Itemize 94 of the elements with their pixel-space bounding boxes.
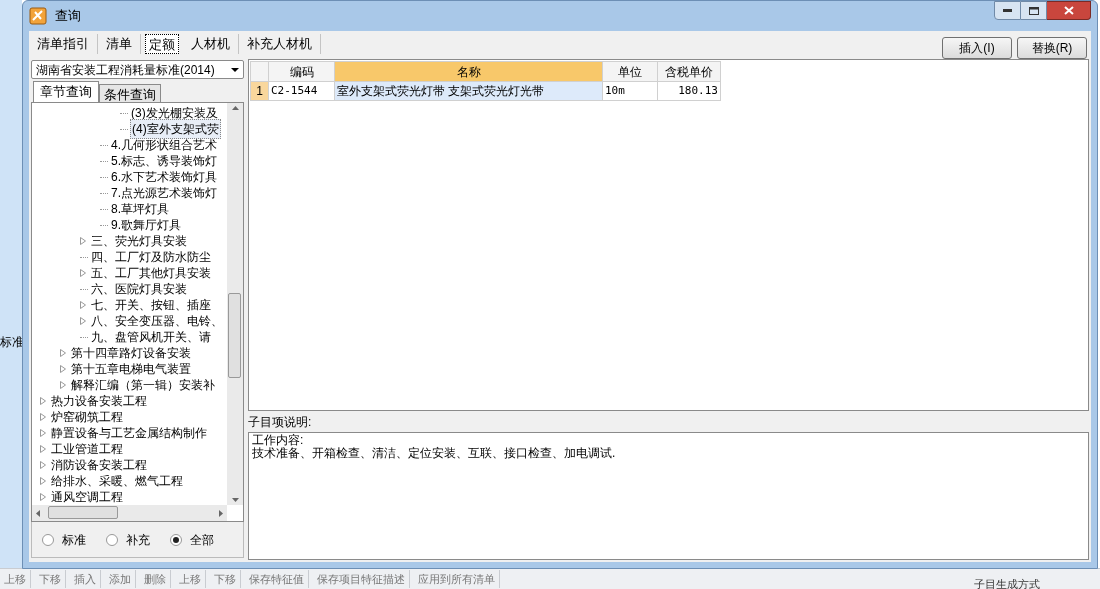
scrollbar-thumb[interactable] [48,506,118,519]
maximize-icon [1028,6,1039,15]
column-header[interactable]: 含税单价 [657,61,721,82]
tree-item[interactable]: 九、盘管风机开关、请 [90,328,212,346]
tab[interactable]: 补充人材机 [239,34,321,54]
window-title: 查询 [55,7,81,26]
tab[interactable]: 章节查询 [33,81,99,102]
tree-item[interactable]: 给排水、采暖、燃气工程 [50,472,184,490]
expand-arrow-icon[interactable] [60,365,66,373]
status-label: 子目生成方式 [974,577,1040,589]
tree-item[interactable]: 三、荧光灯具安装 [90,232,188,250]
expand-arrow-icon[interactable] [40,429,46,437]
expand-arrow-icon[interactable] [60,349,66,357]
radio-label[interactable]: 标准 [62,530,86,549]
tree-item[interactable]: 4.几何形状组合艺术 [110,136,218,154]
tree-item[interactable]: (4)室外支架式荧 [130,119,221,139]
expand-arrow-icon[interactable] [80,269,86,277]
tree-item[interactable]: 7.点光源艺术装饰灯 [110,184,218,202]
radio-label[interactable]: 全部 [190,530,214,549]
tree-item[interactable]: 八、安全变压器、电铃、 [90,312,224,330]
tree-item[interactable]: 七、开关、按钮、插座 [90,296,212,314]
expand-arrow-icon[interactable] [40,477,46,485]
expand-arrow-icon[interactable] [40,461,46,469]
tree-item[interactable]: 第十五章电梯电气装置 [70,360,192,378]
side-label: 标准 [0,334,24,351]
tree-item[interactable]: 炉窑砌筑工程 [50,408,124,426]
tab[interactable]: 清单 [98,34,141,54]
app-logo-icon [29,7,47,25]
table-cell: 10m [602,81,658,101]
dropdown-arrow-icon [231,67,239,72]
toolbar-button[interactable]: 保存特征值 [245,570,309,588]
tab[interactable]: 人材机 [183,34,239,54]
description-label: 子目项说明: [248,413,313,431]
column-header[interactable]: 名称 [334,61,603,82]
tree-item[interactable]: (3)发光棚安装及 [130,104,219,122]
close-icon [1063,6,1074,15]
tree-item[interactable]: 5.标志、诱导装饰灯 [110,152,218,170]
tree-item[interactable]: 静置设备与工艺金属结构制作 [50,424,208,442]
library-dropdown[interactable]: 湖南省安装工程消耗量标准(2014) [31,60,244,79]
toolbar-button[interactable]: 上移 [175,570,206,588]
tab[interactable]: 条件查询 [99,84,161,102]
radio-label[interactable]: 补充 [126,530,150,549]
expand-arrow-icon[interactable] [80,317,86,325]
expand-arrow-icon[interactable] [60,381,66,389]
radio-button[interactable] [170,533,182,546]
tree-item[interactable]: 五、工厂其他灯具安装 [90,264,212,282]
tree-item[interactable]: 四、工厂灯及防水防尘 [90,248,212,266]
scrollbar-thumb[interactable] [228,293,241,378]
expand-arrow-icon[interactable] [80,301,86,309]
tree-item[interactable]: 9.歌舞厅灯具 [110,216,182,234]
toolbar-button[interactable]: 添加 [105,570,136,588]
tab[interactable]: 定额 [145,34,179,54]
toolbar-button[interactable]: 下移 [210,570,241,588]
toolbar-button[interactable]: 上移 [0,570,31,588]
tree-item[interactable]: 8.草坪灯具 [110,200,170,218]
tree-item[interactable]: 六、医院灯具安装 [90,280,188,298]
action-button[interactable]: 替换(R) [1017,37,1087,59]
tree-item[interactable]: 工业管道工程 [50,440,124,458]
expand-arrow-icon[interactable] [80,237,86,245]
toolbar-button[interactable]: 应用到所有清单 [414,570,500,588]
scroll-left-icon [36,509,40,517]
vertical-scrollbar[interactable] [227,103,243,505]
minimize-icon [1003,9,1012,12]
scroll-down-icon [231,498,239,502]
expand-arrow-icon[interactable] [40,445,46,453]
tab[interactable]: 清单指引 [29,34,98,54]
table-cell: 180.13 [657,81,721,101]
table-cell: C2-1544 [268,81,335,101]
toolbar-button[interactable]: 插入 [70,570,101,588]
expand-arrow-icon[interactable] [40,397,46,405]
toolbar-button[interactable]: 删除 [140,570,171,588]
minimize-button[interactable] [994,1,1021,20]
column-header[interactable]: 编码 [268,61,335,82]
description-text: 工作内容: [252,434,305,447]
description-text: 技术准备、开箱检查、清洁、定位安装、互联、接口检查、加电调试. [252,447,617,460]
tree-item[interactable]: 6.水下艺术装饰灯具 [110,168,218,186]
tree-item[interactable]: 通风空调工程 [50,488,124,505]
close-button[interactable] [1047,1,1091,20]
scroll-up-icon [231,106,239,110]
action-button[interactable]: 插入(I) [942,37,1012,59]
tree-item[interactable]: 热力设备安装工程 [50,392,148,410]
tree-item[interactable]: 消防设备安装工程 [50,456,148,474]
toolbar-button[interactable]: 下移 [35,570,66,588]
expand-arrow-icon[interactable] [40,413,46,421]
radio-button[interactable] [42,533,54,546]
expand-arrow-icon[interactable] [40,493,46,501]
maximize-button[interactable] [1021,1,1047,20]
scroll-right-icon [219,509,223,517]
tree-item[interactable]: 第十四章路灯设备安装 [70,344,192,362]
tree-item[interactable]: 解释汇编（第一辑）安装补 [70,376,216,394]
column-header[interactable]: 单位 [602,61,658,82]
toolbar-button[interactable]: 保存项目特征描述 [313,570,410,588]
radio-button[interactable] [106,533,118,546]
horizontal-scrollbar[interactable] [32,505,227,521]
